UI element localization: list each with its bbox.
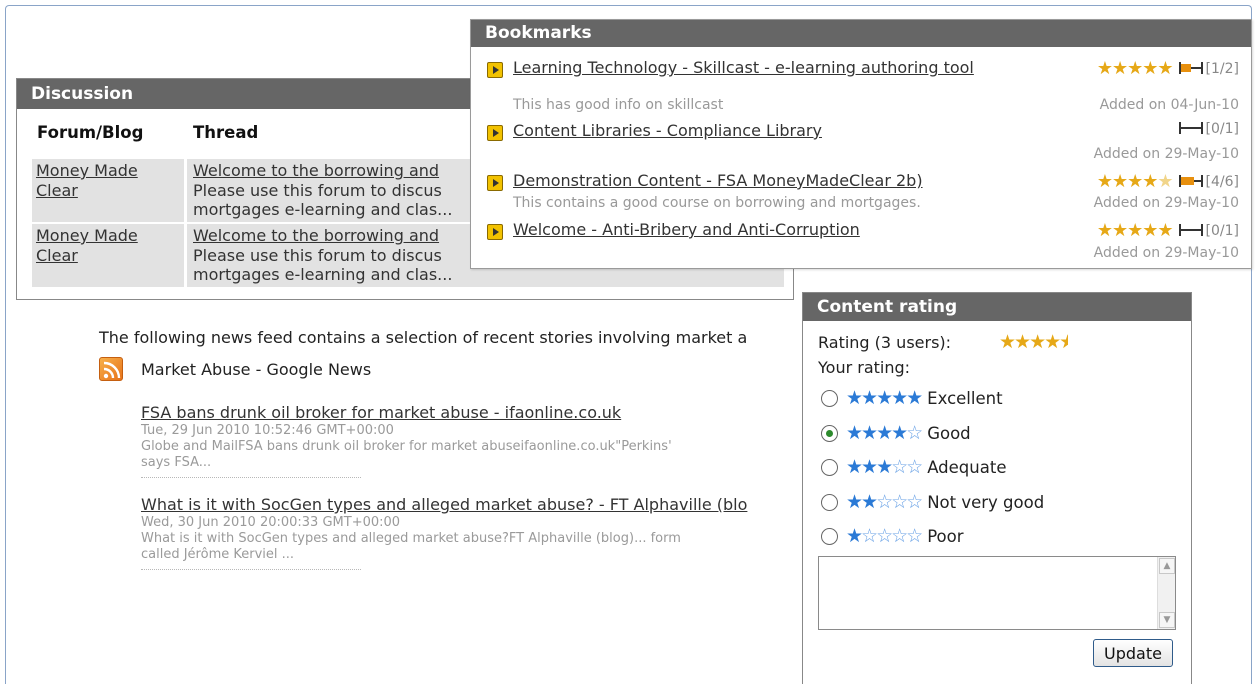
bookmark-added-date: Added on 04-Jun-10 xyxy=(1099,97,1239,113)
forum-link[interactable]: Money Made Clear xyxy=(36,226,138,265)
rating-option-adequate[interactable]: ★★★☆☆ Adequate xyxy=(821,456,1006,478)
thread-link[interactable]: Welcome to the borrowing and xyxy=(193,226,439,245)
update-button[interactable]: Update xyxy=(1093,639,1173,667)
radio-button[interactable] xyxy=(821,494,838,511)
divider xyxy=(141,569,361,570)
news-intro-text: The following news feed contains a selec… xyxy=(99,328,748,347)
scroll-up-icon[interactable]: ▲ xyxy=(1159,558,1175,574)
progress-count: [0/1] xyxy=(1205,121,1239,137)
column-thread: Thread xyxy=(193,123,259,142)
bookmark-arrow-icon[interactable] xyxy=(487,62,503,78)
radio-button[interactable] xyxy=(821,390,838,407)
bookmark-added-date: Added on 29-May-10 xyxy=(1093,146,1239,162)
thread-preview: Please use this forum to discus xyxy=(193,245,442,265)
bookmark-arrow-icon[interactable] xyxy=(487,224,503,240)
rating-option-not-very-good[interactable]: ★★☆☆☆ Not very good xyxy=(821,491,1044,513)
thread-preview: mortgages e-learning and clas... xyxy=(193,200,453,219)
content-rating-panel: Content rating Rating (3 users): ★★★★★ Y… xyxy=(802,292,1192,684)
rating-option-poor[interactable]: ★☆☆☆☆ Poor xyxy=(821,525,964,547)
radio-button[interactable] xyxy=(821,528,838,545)
bookmark-added-date: Added on 29-May-10 xyxy=(1093,195,1239,211)
progress-meter xyxy=(1178,62,1203,74)
bookmark-status: ★★★★★ [0/1] xyxy=(1097,220,1239,241)
rating-option-good[interactable]: ★★★★☆ Good xyxy=(821,422,971,444)
news-item: What is it with SocGen types and alleged… xyxy=(141,495,801,570)
news-date: Tue, 29 Jun 2010 10:52:46 GMT+00:00 xyxy=(141,423,394,438)
star-rating-icon: ★★★★★ xyxy=(1096,220,1174,241)
radio-button[interactable] xyxy=(821,425,838,442)
rating-header: Content rating xyxy=(803,293,1191,321)
news-link[interactable]: FSA bans drunk oil broker for market abu… xyxy=(141,403,621,422)
progress-count: [4/6] xyxy=(1205,174,1239,190)
comment-textarea[interactable] xyxy=(818,556,1176,630)
news-snippet: What is it with SocGen types and alleged… xyxy=(141,531,681,546)
news-link[interactable]: What is it with SocGen types and alleged… xyxy=(141,495,747,514)
blue-stars-icon: ★★★☆☆ xyxy=(846,456,923,478)
star-rating-icon: ★★★★★ xyxy=(1096,58,1174,79)
bookmark-note: This contains a good course on borrowing… xyxy=(513,195,921,211)
news-snippet: called Jérôme Kerviel ... xyxy=(141,547,295,562)
textarea-scrollbar[interactable]: ▲ ▼ xyxy=(1157,557,1175,629)
rss-icon[interactable] xyxy=(99,357,123,381)
scroll-down-icon[interactable]: ▼ xyxy=(1159,612,1175,628)
bookmark-added-date: Added on 29-May-10 xyxy=(1093,245,1239,261)
progress-meter xyxy=(1178,175,1203,187)
forum-cell: Money Made Clear xyxy=(32,159,184,222)
news-snippet: says FSA... xyxy=(141,455,212,470)
bookmark-link[interactable]: Welcome - Anti-Bribery and Anti-Corrupti… xyxy=(513,220,993,239)
blue-stars-icon: ★★★★★ xyxy=(846,387,923,409)
progress-meter xyxy=(1178,224,1203,236)
news-date: Wed, 30 Jun 2010 20:00:33 GMT+00:00 xyxy=(141,515,401,530)
progress-count: [0/1] xyxy=(1205,223,1239,239)
bookmark-arrow-icon[interactable] xyxy=(487,125,503,141)
thread-preview: mortgages e-learning and clas... xyxy=(193,265,453,284)
bookmark-status: ★★★★★ [4/6] xyxy=(1097,171,1239,192)
news-item: FSA bans drunk oil broker for market abu… xyxy=(141,403,801,478)
column-forum: Forum/Blog xyxy=(37,123,144,142)
bookmark-link[interactable]: Learning Technology - Skillcast - e-lear… xyxy=(513,58,993,77)
your-rating-label: Your rating: xyxy=(818,358,911,377)
bookmark-link[interactable]: Demonstration Content - FSA MoneyMadeCle… xyxy=(513,171,993,190)
thread-link[interactable]: Welcome to the borrowing and xyxy=(193,161,439,180)
star-rating-icon: ★★★★★ xyxy=(1096,171,1174,192)
average-rating-stars-icon: ★★★★★ xyxy=(999,331,1069,353)
bookmarks-panel: Bookmarks Learning Technology - Skillcas… xyxy=(470,19,1252,269)
news-snippet: Globe and MailFSA bans drunk oil broker … xyxy=(141,439,672,454)
bookmark-status: ★★★★★ [1/2] xyxy=(1097,58,1239,79)
blue-stars-icon: ★★☆☆☆ xyxy=(846,491,923,513)
bookmark-note: This has good info on skillcast xyxy=(513,97,724,113)
divider xyxy=(141,477,361,478)
progress-count: [1/2] xyxy=(1205,61,1239,77)
forum-cell: Money Made Clear xyxy=(32,224,184,287)
blue-stars-icon: ★☆☆☆☆ xyxy=(846,525,923,547)
bookmark-link[interactable]: Content Libraries - Compliance Library xyxy=(513,121,993,140)
bookmarks-header: Bookmarks xyxy=(471,20,1251,47)
rating-summary-label: Rating (3 users): xyxy=(818,333,952,352)
thread-preview: Please use this forum to discus xyxy=(193,180,442,200)
bookmark-arrow-icon[interactable] xyxy=(487,175,503,191)
progress-meter xyxy=(1178,122,1203,134)
radio-button[interactable] xyxy=(821,459,838,476)
rating-option-excellent[interactable]: ★★★★★ Excellent xyxy=(821,387,1003,409)
bookmark-status: [0/1] xyxy=(1173,121,1239,137)
forum-link[interactable]: Money Made Clear xyxy=(36,161,138,200)
blue-stars-icon: ★★★★☆ xyxy=(846,422,923,444)
feed-title: Market Abuse - Google News xyxy=(141,360,372,379)
